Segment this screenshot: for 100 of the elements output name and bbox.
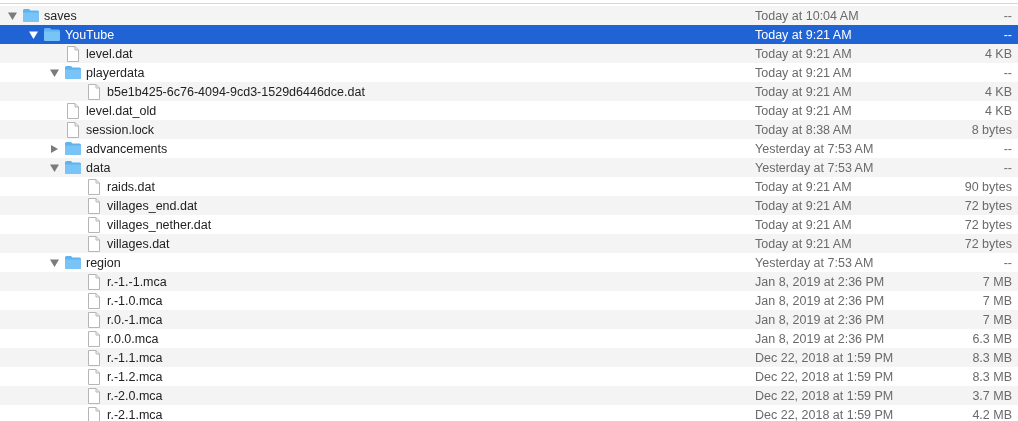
file-size: -- — [1003, 141, 1012, 156]
document-icon — [88, 368, 100, 385]
document-icon — [88, 311, 100, 328]
file-name: r.-1.-1.mca — [107, 274, 167, 289]
date-modified: Dec 22, 2018 at 1:59 PM — [755, 388, 894, 403]
date-modified: Today at 8:38 AM — [755, 122, 852, 137]
file-size: 90 bytes — [964, 179, 1012, 194]
file-name: session.lock — [86, 122, 155, 137]
document-icon — [88, 197, 100, 214]
document-icon — [67, 102, 79, 119]
disclosure-triangle-icon[interactable] — [50, 163, 59, 172]
file-size: 72 bytes — [964, 217, 1012, 232]
file-row[interactable]: level.dat Today at 9:21 AM 4 KB — [0, 44, 1018, 63]
document-icon — [88, 273, 100, 290]
date-modified: Dec 22, 2018 at 1:59 PM — [755, 369, 894, 384]
document-icon — [88, 387, 100, 404]
document-icon — [88, 330, 100, 347]
file-size: -- — [1003, 27, 1012, 42]
date-modified: Today at 9:21 AM — [755, 217, 852, 232]
document-icon — [88, 349, 100, 366]
file-name: YouTube — [65, 27, 115, 42]
file-row[interactable]: data Yesterday at 7:53 AM -- — [0, 158, 1018, 177]
folder-icon — [65, 66, 81, 79]
file-name: b5e1b425-6c76-4094-9cd3-1529d6446dce.dat — [107, 84, 365, 99]
date-modified: Today at 9:21 AM — [755, 236, 852, 251]
file-row[interactable]: r.-1.1.mca Dec 22, 2018 at 1:59 PM 8.3 MB — [0, 348, 1018, 367]
file-name: r.-1.1.mca — [107, 350, 163, 365]
file-row[interactable]: villages.dat Today at 9:21 AM 72 bytes — [0, 234, 1018, 253]
file-size: 4 KB — [984, 103, 1012, 118]
file-name: r.0.-1.mca — [107, 312, 163, 327]
folder-icon — [65, 161, 81, 174]
file-row[interactable]: villages_end.dat Today at 9:21 AM 72 bytes — [0, 196, 1018, 215]
document-icon — [67, 45, 79, 62]
document-icon — [88, 292, 100, 309]
date-modified: Yesterday at 7:53 AM — [755, 141, 874, 156]
file-size: 7 MB — [982, 312, 1012, 327]
file-row[interactable]: saves Today at 10:04 AM -- — [0, 6, 1018, 25]
file-name: r.-2.0.mca — [107, 388, 163, 403]
file-size: 4 KB — [984, 84, 1012, 99]
file-row[interactable]: r.-2.0.mca Dec 22, 2018 at 1:59 PM 3.7 MB — [0, 386, 1018, 405]
file-name: r.0.0.mca — [107, 331, 159, 346]
file-size: 8.3 MB — [972, 350, 1012, 365]
date-modified: Today at 9:21 AM — [755, 198, 852, 213]
document-icon — [67, 121, 79, 138]
file-size: 6.3 MB — [972, 331, 1012, 346]
date-modified: Yesterday at 7:53 AM — [755, 160, 874, 175]
file-size: 72 bytes — [964, 198, 1012, 213]
file-name: level.dat_old — [86, 103, 157, 118]
file-row[interactable]: r.-1.-1.mca Jan 8, 2019 at 2:36 PM 7 MB — [0, 272, 1018, 291]
file-name: advancements — [86, 141, 168, 156]
disclosure-triangle-icon[interactable] — [8, 11, 17, 20]
file-size: 3.7 MB — [972, 388, 1012, 403]
disclosure-triangle-icon[interactable] — [50, 68, 59, 77]
file-size: 4 KB — [984, 46, 1012, 61]
folder-icon — [65, 142, 81, 155]
file-row[interactable]: YouTube Today at 9:21 AM -- — [0, 25, 1018, 44]
file-name: r.-1.2.mca — [107, 369, 163, 384]
folder-icon — [23, 9, 39, 22]
date-modified: Jan 8, 2019 at 2:36 PM — [755, 293, 885, 308]
file-row[interactable]: session.lock Today at 8:38 AM 8 bytes — [0, 120, 1018, 139]
file-name: r.-2.1.mca — [107, 407, 163, 421]
file-name: region — [86, 255, 121, 270]
date-modified: Today at 9:21 AM — [755, 46, 852, 61]
document-icon — [88, 216, 100, 233]
file-size: 72 bytes — [964, 236, 1012, 251]
disclosure-triangle-icon[interactable] — [50, 144, 59, 153]
document-icon — [88, 406, 100, 421]
document-icon — [88, 178, 100, 195]
date-modified: Today at 10:04 AM — [755, 8, 859, 23]
date-modified: Jan 8, 2019 at 2:36 PM — [755, 274, 885, 289]
file-size: -- — [1003, 160, 1012, 175]
document-icon — [88, 83, 100, 100]
date-modified: Yesterday at 7:53 AM — [755, 255, 874, 270]
date-modified: Jan 8, 2019 at 2:36 PM — [755, 331, 885, 346]
file-size: 8 bytes — [971, 122, 1012, 137]
folder-icon — [65, 256, 81, 269]
file-size: 4.2 MB — [972, 407, 1012, 421]
file-name: villages_nether.dat — [107, 217, 212, 232]
date-modified: Today at 9:21 AM — [755, 27, 852, 42]
file-name: r.-1.0.mca — [107, 293, 163, 308]
date-modified: Today at 9:21 AM — [755, 65, 852, 80]
folder-icon — [44, 28, 60, 41]
file-size: 8.3 MB — [972, 369, 1012, 384]
file-name: villages_end.dat — [107, 198, 198, 213]
disclosure-triangle-icon[interactable] — [50, 258, 59, 267]
file-row[interactable]: b5e1b425-6c76-4094-9cd3-1529d6446dce.dat Today at 9:21 AM 4 KB — [0, 82, 1018, 101]
date-modified: Today at 9:21 AM — [755, 179, 852, 194]
file-size: -- — [1003, 255, 1012, 270]
date-modified: Jan 8, 2019 at 2:36 PM — [755, 312, 885, 327]
disclosure-triangle-icon[interactable] — [29, 30, 38, 39]
file-row[interactable]: r.0.-1.mca Jan 8, 2019 at 2:36 PM 7 MB — [0, 310, 1018, 329]
file-name: data — [86, 160, 111, 175]
file-size: -- — [1003, 65, 1012, 80]
file-name: playerdata — [86, 65, 145, 80]
file-name: saves — [44, 8, 77, 23]
file-name: villages.dat — [107, 236, 170, 251]
file-name: raids.dat — [107, 179, 155, 194]
file-size: -- — [1003, 8, 1012, 23]
document-icon — [88, 235, 100, 252]
file-size: 7 MB — [982, 293, 1012, 308]
